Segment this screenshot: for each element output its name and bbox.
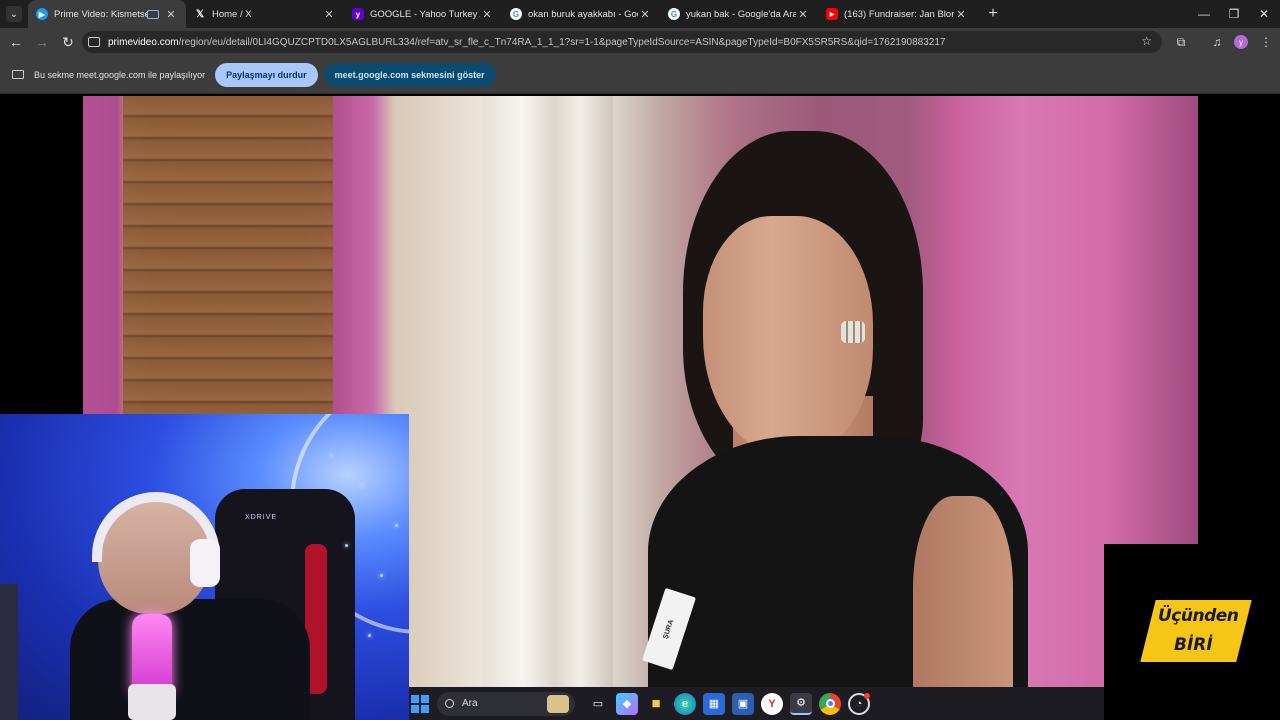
tab-youtube[interactable]: ▶ (163) Fundraiser: Jan Blomqvist ✕ <box>818 0 976 28</box>
webcam-overlay: XDRIVE <box>0 414 409 720</box>
notification-dot <box>864 692 870 699</box>
tab-x-home[interactable]: 𝕏 Home / X ✕ <box>186 0 344 28</box>
tab-title: yukan bak - Google'da Ara <box>686 8 796 20</box>
yahoo-favicon-icon: y <box>352 8 364 20</box>
file-explorer-icon[interactable]: ■ <box>645 693 667 715</box>
earring <box>841 321 865 343</box>
search-highlight-icon <box>547 694 569 713</box>
headset-earcup <box>190 539 220 587</box>
url-text: primevideo.com/region/eu/detail/0LI4GQUZ… <box>108 37 945 48</box>
reload-icon[interactable]: ↻ <box>56 30 80 54</box>
close-icon[interactable]: ✕ <box>954 8 968 21</box>
forward-icon[interactable]: → <box>30 30 54 54</box>
wood-wall <box>123 96 333 414</box>
close-icon[interactable]: ✕ <box>164 8 178 21</box>
tab-title: (163) Fundraiser: Jan Blomqvist <box>844 8 954 20</box>
tab-google-search-2[interactable]: G yukan bak - Google'da Ara ✕ <box>660 0 818 28</box>
google-favicon-icon: G <box>510 8 522 20</box>
google-favicon-icon: G <box>668 8 680 20</box>
minimize-icon[interactable]: — <box>1188 0 1220 28</box>
task-view-icon[interactable]: ▭ <box>587 693 609 715</box>
close-icon[interactable]: ✕ <box>796 8 810 21</box>
stop-sharing-button[interactable]: Paylaşmayı durdur <box>215 62 318 87</box>
curtain <box>483 96 613 720</box>
monitor-edge <box>0 584 18 720</box>
x-logo-icon: 𝕏 <box>194 8 206 20</box>
steam-icon[interactable]: ⚙ <box>790 692 812 715</box>
url-host: primevideo.com <box>108 36 179 48</box>
show-logo: Üçünden BİRİ <box>1104 544 1280 720</box>
edge-icon[interactable]: e <box>674 692 696 715</box>
show-meet-tab-button[interactable]: meet.google.com sekmesini göster <box>323 62 496 87</box>
logo-line-2: BİRİ <box>1174 635 1213 655</box>
bookmark-star-icon[interactable]: ☆ <box>1141 34 1152 48</box>
site-info-icon[interactable] <box>88 37 100 47</box>
share-message: Bu sekme meet.google.com ile paylaşılıyo… <box>34 69 206 80</box>
url-path: /region/eu/detail/0LI4GQUZCPTD0LX5AGLBUR… <box>178 36 946 48</box>
light-sparkle <box>395 524 398 527</box>
close-icon[interactable]: ✕ <box>322 8 336 21</box>
close-icon[interactable]: ✕ <box>480 8 494 21</box>
avatar: y <box>1234 35 1248 49</box>
streamer-body <box>70 599 310 720</box>
restore-icon[interactable]: ❐ <box>1218 0 1250 28</box>
back-icon[interactable]: ← <box>4 30 28 54</box>
tab-title: okan buruk ayakkabı - Google'da <box>528 8 638 20</box>
prime-video-favicon-icon: ▶ <box>36 8 48 20</box>
tab-title: Prime Video: Kismetse Olur <box>54 8 147 20</box>
taskbar-search[interactable]: Ara <box>437 691 575 716</box>
youtube-favicon-icon: ▶ <box>826 8 838 20</box>
windows-taskbar: Ara ▭ ◆ ■ e ▦ ▣ Y ⚙ ◔ <box>409 687 1104 720</box>
tab-search-icon[interactable]: ⌄ <box>6 6 22 22</box>
logo-line-1: Üçünden <box>1158 606 1239 626</box>
extensions-icon[interactable]: ⧉ <box>1170 28 1192 56</box>
close-icon[interactable]: ✕ <box>638 8 652 21</box>
light-sparkle <box>360 484 363 487</box>
window-close-icon[interactable]: ✕ <box>1248 0 1280 28</box>
photos-icon[interactable]: ▣ <box>732 692 754 715</box>
new-tab-icon[interactable]: + <box>982 5 1004 23</box>
media-controls-icon[interactable]: ♫ <box>1206 28 1228 56</box>
copilot-icon[interactable]: ◆ <box>616 692 638 715</box>
tab-yahoo-search[interactable]: y GOOGLE - Yahoo Turkey Arama ✕ <box>344 0 502 28</box>
yandex-icon[interactable]: Y <box>761 692 783 715</box>
screen-share-bar: Bu sekme meet.google.com ile paylaşılıyo… <box>0 56 1280 94</box>
light-sparkle <box>368 634 371 637</box>
name-tag-text: ŞURA <box>662 618 676 640</box>
microphone-stand <box>128 684 176 720</box>
light-sparkle <box>345 544 348 547</box>
tab-title: Home / X <box>212 8 252 20</box>
tab-strip: ⌄ ▶ Prime Video: Kismetse Olur ✕ 𝕏 Home … <box>0 0 1280 28</box>
tab-google-search-1[interactable]: G okan buruk ayakkabı - Google'da ✕ <box>502 0 660 28</box>
windows-start-icon[interactable] <box>411 694 429 713</box>
store-icon[interactable]: ▦ <box>703 692 725 715</box>
tab-title: GOOGLE - Yahoo Turkey Arama <box>370 8 480 20</box>
chair-brand-label: XDRIVE <box>245 514 278 521</box>
chrome-icon[interactable] <box>819 692 841 715</box>
search-placeholder: Ara <box>462 698 478 709</box>
light-sparkle <box>380 574 383 577</box>
obs-icon[interactable]: ◔ <box>848 692 870 715</box>
tab-prime-video[interactable]: ▶ Prime Video: Kismetse Olur ✕ <box>28 0 186 28</box>
search-icon <box>445 699 454 708</box>
screen: ⌄ ▶ Prime Video: Kismetse Olur ✕ 𝕏 Home … <box>0 0 1280 720</box>
menu-kebab-icon[interactable]: ⋮ <box>1255 28 1277 56</box>
microphone <box>132 614 172 694</box>
tab-sharing-icon <box>147 9 159 19</box>
profile-avatar[interactable]: y <box>1230 28 1252 56</box>
address-bar[interactable]: primevideo.com/region/eu/detail/0LI4GQUZ… <box>82 31 1162 53</box>
light-sparkle <box>330 454 333 457</box>
screen-share-icon <box>12 70 24 79</box>
